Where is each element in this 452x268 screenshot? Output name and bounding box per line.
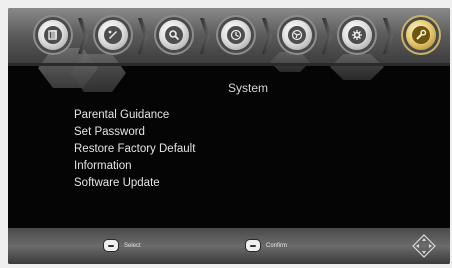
menu-item-parental-guidance[interactable]: Parental Guidance xyxy=(74,107,195,124)
hex-decoration xyxy=(330,54,384,80)
tab-network[interactable] xyxy=(276,14,318,56)
gear-icon xyxy=(348,26,366,44)
tab-separator xyxy=(200,18,210,54)
dpad-icon xyxy=(412,234,436,258)
system-menu: Parental Guidance Set Password Restore F… xyxy=(74,107,195,192)
menu-item-restore-factory-default[interactable]: Restore Factory Default xyxy=(74,141,195,158)
menu-item-software-update[interactable]: Software Update xyxy=(74,175,195,192)
tab-media[interactable] xyxy=(32,14,74,56)
tab-settings[interactable] xyxy=(336,14,378,56)
search-icon xyxy=(165,26,183,44)
menu-item-information[interactable]: Information xyxy=(74,158,195,175)
timer-icon xyxy=(227,26,245,44)
tab-channels[interactable] xyxy=(92,14,134,56)
tab-search[interactable] xyxy=(153,14,195,56)
tab-separator xyxy=(138,18,148,54)
page-title: System xyxy=(227,81,268,95)
hint-select: Select xyxy=(104,240,141,251)
top-tab-bar xyxy=(8,8,450,92)
wrench-icon xyxy=(412,26,430,44)
hint-bar: Select Confirm xyxy=(8,228,450,264)
tab-system[interactable] xyxy=(400,14,442,56)
hint-confirm: Confirm xyxy=(246,240,287,251)
tab-timer[interactable] xyxy=(215,14,257,56)
tv-screen: System Parental Guidance Set Password Re… xyxy=(8,8,450,264)
network-icon xyxy=(288,26,306,44)
hint-confirm-label: Confirm xyxy=(266,242,288,249)
select-key-icon xyxy=(104,240,118,251)
hint-select-label: Select xyxy=(124,242,141,249)
menu-item-set-password[interactable]: Set Password xyxy=(74,124,195,141)
media-icon xyxy=(44,26,62,44)
tab-separator xyxy=(383,18,393,54)
tab-separator xyxy=(262,18,272,54)
ok-key-icon xyxy=(246,240,260,251)
tab-separator xyxy=(322,18,332,54)
channels-icon xyxy=(104,26,122,44)
